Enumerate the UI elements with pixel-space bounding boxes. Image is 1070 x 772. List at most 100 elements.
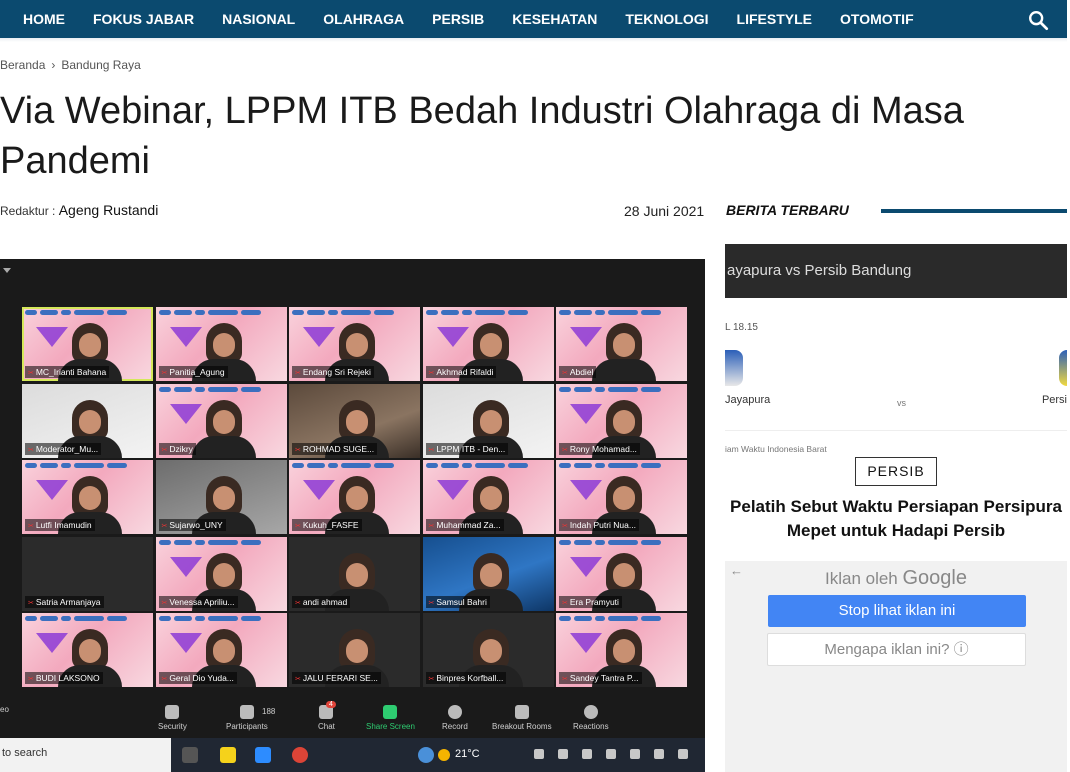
virtual-background-banner (559, 310, 684, 316)
participant-face (205, 323, 242, 363)
timezone-label: iam Waktu Indonesia Barat (725, 444, 827, 454)
shield-icon (165, 705, 180, 719)
tray-icon-1 (534, 749, 544, 759)
chat-badge: 4 (326, 701, 336, 708)
reactions-icon (583, 705, 598, 719)
participant-tile: Rony Mohamad... (556, 383, 687, 458)
participant-tile: ROHMAD SUGE... (289, 383, 420, 458)
nav-item-otomotif[interactable]: OTOMOTIF (840, 11, 914, 27)
background-logo-shape (436, 327, 469, 347)
participant-body (191, 435, 256, 458)
participant-name: Geral Dio Yuda... (158, 672, 237, 684)
breadcrumb-home[interactable]: Beranda (0, 58, 45, 72)
participant-face (472, 399, 509, 440)
participant-face (72, 323, 108, 363)
participants-count: 188 (262, 707, 276, 716)
breadcrumb-section[interactable]: Bandung Raya (61, 58, 140, 72)
nav-item-lifestyle[interactable]: LIFESTYLE (737, 11, 812, 27)
breadcrumb-separator: › (51, 58, 56, 72)
participant-name: Endang Sri Rejeki (292, 366, 374, 378)
participant-tile: BUDI LAKSONO (22, 613, 153, 687)
tray-icon-4 (606, 749, 616, 759)
participant-tile: Dzikry (155, 383, 287, 458)
participant-face (339, 629, 375, 669)
team-left: Jayapura (725, 394, 771, 406)
stop-ad-button[interactable]: Stop lihat iklan ini (768, 595, 1026, 627)
participant-name: Moderator_Mu... (25, 442, 102, 455)
why-this-ad-button[interactable]: Mengapa iklan ini? ⓘ (767, 633, 1026, 666)
nav-item-olahraga[interactable]: OLAHRAGA (323, 11, 404, 27)
participant-name: Binpres Korfball... (425, 672, 507, 684)
participant-name: Sujarwo_UNY (158, 519, 226, 531)
article-title: Via Webinar, LPPM ITB Bedah Industri Ola… (0, 90, 964, 182)
participant-name: JALU FERARI SE... (292, 672, 381, 684)
tray-icon-7 (678, 749, 688, 759)
participant-tile: Satria Armanjaya (22, 536, 153, 611)
editor-name[interactable]: Ageng Rustandi (59, 202, 159, 218)
background-logo-shape (169, 327, 202, 347)
sticky-notes-icon (220, 747, 236, 763)
virtual-background-banner (559, 386, 684, 393)
article-byline: Redaktur : Ageng Rustandi (0, 202, 158, 218)
task-view-icon (182, 747, 198, 763)
news-card-image[interactable]: ayapura vs Persib Bandung L 18.15 Jayapu… (725, 244, 1067, 474)
participant-tile: Binpres Korfball... (422, 613, 554, 687)
participant-tile: MC_Irianti Bahana (22, 307, 153, 381)
article-image-zoom-meeting: MC_Irianti Bahana Panitia_Agung Endang Sri… (0, 259, 705, 772)
participant-tile: Geral Dio Yuda... (155, 613, 287, 687)
participant-name: Muhammad Za... (425, 519, 504, 531)
participant-face (606, 476, 642, 516)
nav-item-nasional[interactable]: NASIONAL (222, 11, 295, 27)
news-headline[interactable]: Pelatih Sebut Waktu Persiapan Persipura … (728, 495, 1064, 543)
participant-tile: Panitia_Agung (155, 307, 287, 381)
nav-item-persib[interactable]: PERSIB (432, 11, 484, 27)
virtual-background-banner (559, 539, 684, 546)
toolbar-chat: 4 Chat (318, 701, 336, 731)
toolbar-reactions: Reactions (573, 705, 609, 731)
top-navigation: HOME FOKUS JABAR NASIONAL OLAHRAGA PERSI… (0, 0, 1067, 38)
toolbar-record: Record (442, 705, 468, 731)
participant-tile: Sandey Tantra P... (556, 613, 687, 687)
background-logo-shape (169, 633, 202, 653)
taskbar-search: to search (0, 738, 171, 772)
participant-tile: andi ahmad (289, 536, 420, 611)
nav-shadow (0, 38, 1067, 42)
nav-item-home[interactable]: HOME (23, 11, 65, 27)
nav-item-kesehatan[interactable]: KESEHATAN (512, 11, 597, 27)
participant-tile: Era Pramyuti (556, 536, 687, 611)
virtual-background-banner (25, 616, 150, 622)
sidebar-heading: BERITA TERBARU (726, 202, 849, 218)
participant-face (472, 629, 509, 669)
nav-item-teknologi[interactable]: TEKNOLOGI (625, 11, 708, 27)
toolbar-participants: Participants 188 (226, 705, 276, 731)
nav-item-fokus-jabar[interactable]: FOKUS JABAR (93, 11, 194, 27)
persib-logo-icon (1059, 350, 1067, 386)
versus-label: vs (897, 398, 906, 408)
virtual-background-banner (158, 616, 284, 622)
chrome-icon (292, 747, 308, 763)
background-logo-shape (436, 480, 469, 500)
participant-name: Indah Putri Nua... (559, 519, 639, 531)
participant-name: Samsul Bahri (425, 595, 490, 608)
virtual-background-banner (292, 463, 417, 469)
ad-feedback-panel: ← Iklan oleh Google Stop lihat iklan ini… (725, 561, 1067, 772)
background-logo-shape (570, 556, 602, 577)
participant-face (205, 629, 242, 669)
virtual-background-banner (158, 539, 284, 546)
search-icon[interactable] (1027, 9, 1049, 31)
participant-name: Panitia_Agung (158, 366, 228, 378)
participants-icon (239, 705, 254, 719)
category-tag-persib[interactable]: PERSIB (855, 457, 937, 486)
background-logo-shape (303, 327, 335, 347)
virtual-background-banner (559, 616, 684, 622)
weather-icon (438, 749, 450, 761)
toolbar-breakout-rooms: Breakout Rooms (492, 705, 552, 731)
tray-icon-3 (582, 749, 592, 759)
windows-taskbar: to search 21°C (0, 738, 705, 772)
participant-name: Abdiel (559, 366, 597, 378)
caret-down-icon (3, 268, 11, 273)
match-time: L 18.15 (725, 322, 758, 333)
virtual-background-banner (292, 310, 417, 316)
participant-face (205, 399, 242, 440)
match-title: ayapura vs Persib Bandung (725, 244, 1067, 298)
